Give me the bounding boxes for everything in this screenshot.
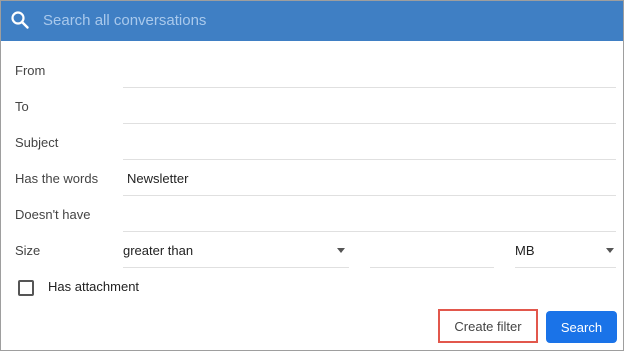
doesnt-have-row: Doesn't have — [1, 198, 623, 234]
from-label: From — [15, 63, 46, 78]
from-field[interactable] — [123, 54, 616, 88]
has-words-label: Has the words — [15, 171, 99, 186]
size-label: Size — [15, 243, 41, 258]
search-button[interactable]: Search — [546, 311, 617, 343]
size-row: Size greater than MB — [1, 234, 623, 270]
doesnt-have-label: Doesn't have — [15, 207, 91, 222]
search-input[interactable]: Search all conversations — [43, 12, 206, 29]
doesnt-have-field[interactable] — [123, 198, 616, 232]
search-options-panel: Search all conversations From To Subject… — [0, 0, 624, 351]
size-number-field[interactable] — [370, 234, 494, 268]
chevron-down-icon — [606, 248, 614, 253]
chevron-down-icon — [337, 248, 345, 253]
subject-field[interactable] — [123, 126, 616, 160]
has-attachment-checkbox[interactable] — [18, 280, 34, 296]
subject-label: Subject — [15, 135, 59, 150]
size-unit-select[interactable]: MB — [515, 234, 616, 268]
subject-row: Subject — [1, 126, 623, 162]
create-filter-button[interactable]: Create filter — [438, 309, 538, 343]
has-attachment-label[interactable]: Has attachment — [48, 279, 139, 294]
has-words-row: Has the words Newsletter — [1, 162, 623, 198]
from-row: From — [1, 54, 623, 90]
size-unit-value: MB — [515, 243, 535, 258]
has-words-field[interactable]: Newsletter — [123, 162, 616, 196]
search-bar[interactable]: Search all conversations — [1, 1, 623, 41]
has-words-field-value: Newsletter — [127, 171, 189, 186]
size-comparison-select[interactable]: greater than — [123, 234, 349, 268]
to-label: To — [15, 99, 29, 114]
to-field[interactable] — [123, 90, 616, 124]
size-comparison-value: greater than — [123, 243, 194, 258]
search-icon[interactable] — [10, 10, 30, 30]
to-row: To — [1, 90, 623, 126]
